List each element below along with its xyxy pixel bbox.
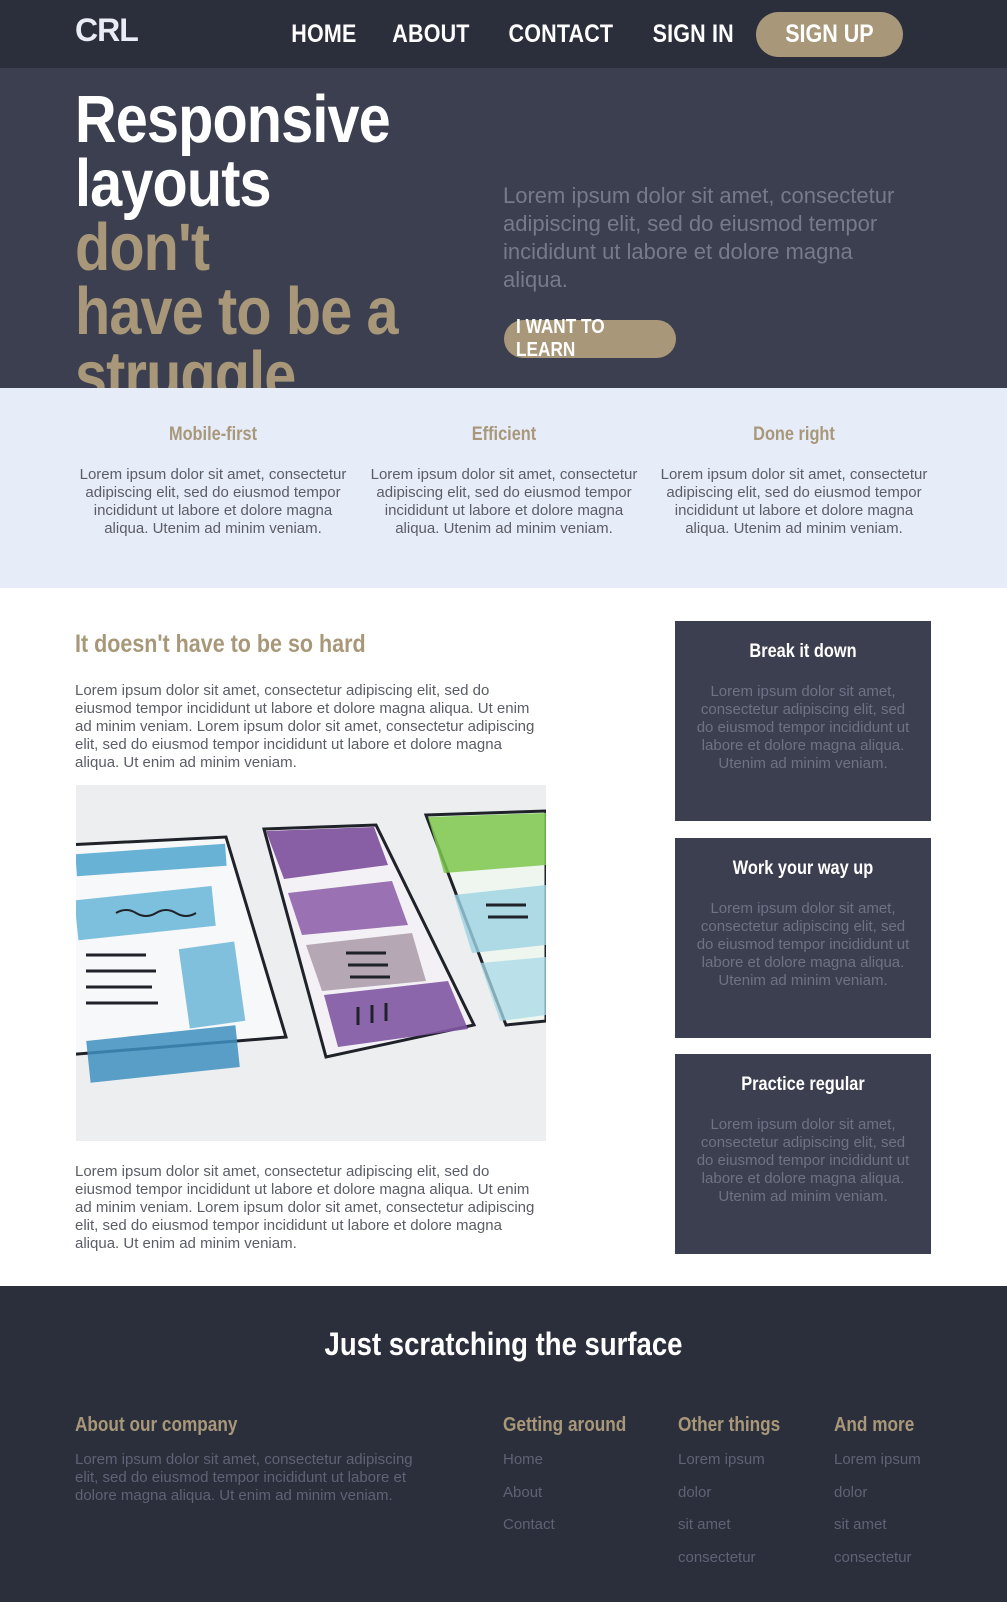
card-title: Practice regular bbox=[741, 1074, 865, 1095]
article-title: It doesn't have to be so hard bbox=[75, 630, 366, 658]
feature-title: Mobile-first bbox=[168, 424, 258, 445]
card-text: Lorem ipsum dolor sit amet, consectetur … bbox=[696, 1116, 910, 1205]
footer-link-contact[interactable]: Contact bbox=[503, 1516, 653, 1534]
footer-about-title: About our company bbox=[75, 1414, 238, 1436]
nav-about-link[interactable]: ABOUT bbox=[392, 20, 469, 49]
article-paragraph-2: Lorem ipsum dolor sit amet, consectetur … bbox=[75, 1163, 535, 1252]
page-bottom-edge bbox=[0, 1602, 1007, 1617]
feature-title: Efficient bbox=[471, 424, 537, 445]
feature-text: Lorem ipsum dolor sit amet, consectetur … bbox=[370, 466, 638, 537]
top-nav: CRL HOME ABOUT CONTACT SIGN IN SIGN UP bbox=[0, 0, 1007, 68]
feature-done-right: Done right Lorem ipsum dolor sit amet, c… bbox=[659, 424, 929, 538]
footer-link-about[interactable]: About bbox=[503, 1484, 653, 1502]
main-menu: HOME ABOUT CONTACT SIGN IN SIGN UP bbox=[262, 11, 903, 57]
footer-getting-around-title: Getting around bbox=[503, 1414, 627, 1436]
card-title: Work your way up bbox=[732, 858, 874, 879]
footer-link[interactable]: Lorem ipsum bbox=[678, 1451, 818, 1469]
nav-contact-link[interactable]: CONTACT bbox=[509, 20, 614, 49]
footer-link[interactable]: dolor bbox=[678, 1484, 818, 1502]
hero-section: Responsive layouts don't have to be a st… bbox=[0, 68, 1007, 409]
footer-link[interactable]: consectetur bbox=[834, 1549, 974, 1567]
footer-and-more-title: And more bbox=[834, 1414, 915, 1436]
card-break-it-down: Break it down Lorem ipsum dolor sit amet… bbox=[675, 621, 931, 821]
footer-link[interactable]: sit amet bbox=[834, 1516, 974, 1534]
footer-other-things-title: Other things bbox=[678, 1414, 781, 1436]
nav-home-link[interactable]: HOME bbox=[292, 20, 357, 49]
hero-title: Responsive layouts don't have to be a st… bbox=[75, 86, 402, 409]
feature-text: Lorem ipsum dolor sit amet, consectetur … bbox=[660, 466, 928, 537]
sign-up-label: SIGN UP bbox=[785, 19, 874, 48]
footer-about-text: Lorem ipsum dolor sit amet, consectetur … bbox=[75, 1451, 413, 1504]
footer: Just scratching the surface About our co… bbox=[0, 1286, 1007, 1602]
feature-text: Lorem ipsum dolor sit amet, consectetur … bbox=[79, 466, 347, 537]
footer-link[interactable]: sit amet bbox=[678, 1516, 818, 1534]
features-section: Mobile-first Lorem ipsum dolor sit amet,… bbox=[0, 388, 1007, 588]
footer-and-more-column: And more Lorem ipsum dolor sit amet cons… bbox=[834, 1414, 974, 1581]
footer-link-home[interactable]: Home bbox=[503, 1451, 653, 1469]
footer-about-column: About our company Lorem ipsum dolor sit … bbox=[75, 1414, 425, 1505]
card-work-your-way-up: Work your way up Lorem ipsum dolor sit a… bbox=[675, 838, 931, 1038]
footer-getting-around-column: Getting around Home About Contact bbox=[503, 1414, 653, 1549]
sign-up-button[interactable]: SIGN UP bbox=[756, 11, 903, 57]
feature-title: Done right bbox=[753, 424, 835, 445]
footer-title: Just scratching the surface bbox=[324, 1326, 683, 1362]
learn-button-label: I WANT TO LEARN bbox=[516, 316, 605, 361]
hero-text: Lorem ipsum dolor sit amet, consectetur … bbox=[503, 183, 895, 292]
card-practice-regular: Practice regular Lorem ipsum dolor sit a… bbox=[675, 1054, 931, 1254]
logo[interactable]: CRL bbox=[75, 12, 139, 49]
card-title: Break it down bbox=[749, 641, 857, 662]
footer-link[interactable]: dolor bbox=[834, 1484, 974, 1502]
nav-signin-link[interactable]: SIGN IN bbox=[652, 20, 733, 49]
wireframe-sketch-image bbox=[76, 785, 546, 1141]
footer-other-things-column: Other things Lorem ipsum dolor sit amet … bbox=[678, 1414, 818, 1581]
footer-link[interactable]: consectetur bbox=[678, 1549, 818, 1567]
card-text: Lorem ipsum dolor sit amet, consectetur … bbox=[696, 683, 910, 772]
sketch-illustration bbox=[76, 785, 546, 1141]
article-paragraph-1: Lorem ipsum dolor sit amet, consectetur … bbox=[75, 682, 535, 771]
feature-efficient: Efficient Lorem ipsum dolor sit amet, co… bbox=[369, 424, 639, 538]
footer-link[interactable]: Lorem ipsum bbox=[834, 1451, 974, 1469]
feature-mobile-first: Mobile-first Lorem ipsum dolor sit amet,… bbox=[78, 424, 348, 538]
learn-button[interactable]: I WANT TO LEARN bbox=[504, 316, 676, 361]
card-text: Lorem ipsum dolor sit amet, consectetur … bbox=[696, 900, 910, 989]
